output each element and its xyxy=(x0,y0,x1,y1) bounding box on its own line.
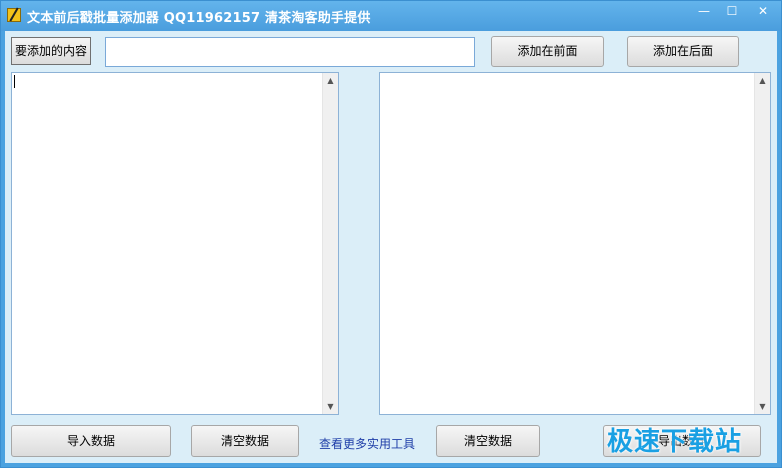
clear-left-button[interactable]: 清空数据 xyxy=(191,425,299,457)
app-window: 文本前后戳批量添加器 QQ11962157 清茶淘客助手提供 — ☐ ✕ 要添加… xyxy=(0,0,782,468)
title-bar[interactable]: 文本前后戳批量添加器 QQ11962157 清茶淘客助手提供 — ☐ ✕ xyxy=(1,1,781,31)
clear-right-button[interactable]: 清空数据 xyxy=(436,425,540,457)
scroll-down-arrow-icon[interactable]: ▼ xyxy=(755,399,770,414)
content-label-button[interactable]: 要添加的内容 xyxy=(11,37,91,65)
scroll-up-arrow-icon[interactable]: ▲ xyxy=(755,73,770,88)
content-input[interactable] xyxy=(105,37,475,67)
right-scrollbar[interactable]: ▲ ▼ xyxy=(754,73,770,414)
close-button[interactable]: ✕ xyxy=(747,2,779,20)
app-pencil-icon xyxy=(7,8,21,22)
more-tools-link[interactable]: 查看更多实用工具 xyxy=(319,435,415,452)
minimize-button[interactable]: — xyxy=(691,2,717,20)
right-text-area[interactable]: ▲ ▼ xyxy=(379,72,771,415)
maximize-button[interactable]: ☐ xyxy=(719,2,745,20)
left-scrollbar[interactable]: ▲ ▼ xyxy=(322,73,338,414)
add-back-button[interactable]: 添加在后面 xyxy=(627,36,739,67)
left-text-area[interactable]: ▲ ▼ xyxy=(11,72,339,415)
text-caret xyxy=(14,75,15,88)
watermark-logo: 极速下载站 xyxy=(607,427,743,457)
window-title: 文本前后戳批量添加器 QQ11962157 清茶淘客助手提供 xyxy=(27,11,371,26)
scroll-up-arrow-icon[interactable]: ▲ xyxy=(323,73,338,88)
scroll-down-arrow-icon[interactable]: ▼ xyxy=(323,399,338,414)
import-data-button[interactable]: 导入数据 xyxy=(11,425,171,457)
client-area: 要添加的内容 添加在前面 添加在后面 ▲ ▼ ▲ ▼ 导入数据 清空数据 查看更… xyxy=(5,31,777,463)
add-front-button[interactable]: 添加在前面 xyxy=(491,36,604,67)
